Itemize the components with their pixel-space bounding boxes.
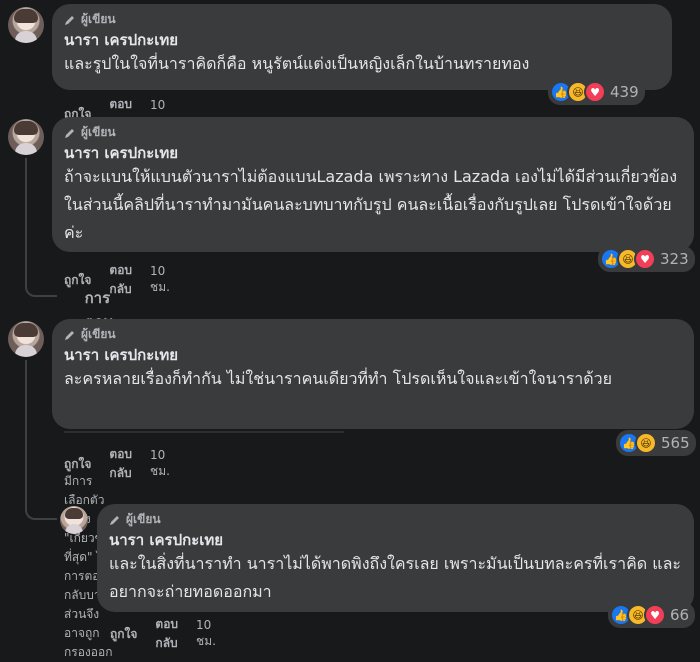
- author-role: ผู้เขียน: [81, 327, 116, 341]
- love-icon: ♥: [584, 81, 606, 103]
- reply-button[interactable]: ตอบกลับ: [155, 615, 178, 653]
- pen-icon: [65, 330, 74, 340]
- author-role: ผู้เขียน: [81, 12, 116, 26]
- reaction-count: 66: [670, 606, 690, 624]
- reaction-count: 565: [661, 434, 690, 452]
- avatar[interactable]: [8, 7, 44, 43]
- haha-icon: 😆: [635, 432, 657, 454]
- love-icon: ♥: [644, 604, 666, 626]
- author-name[interactable]: นารา เครปกะเทย: [109, 530, 682, 550]
- comment-text: และในสิ่งที่นาราทำ นาราไม่ได้พาดพิงถึงใค…: [109, 554, 681, 601]
- avatar[interactable]: [8, 119, 44, 155]
- timestamp[interactable]: 10 ชม.: [196, 618, 216, 651]
- comment-text: และรูปในใจที่นาราคิดก็คือ หนูรัตน์แต่งเป…: [64, 54, 530, 73]
- author-name[interactable]: นารา เครปกะเทย: [64, 345, 682, 365]
- reaction-summary[interactable]: 👍 😆 ♥ 439: [548, 79, 645, 105]
- like-button[interactable]: ถูกใจ: [110, 625, 137, 644]
- author-role: ผู้เขียน: [126, 512, 161, 526]
- pen-icon: [65, 128, 74, 138]
- comment-actions: ถูกใจ ตอบกลับ 10 ชม.: [110, 615, 216, 653]
- author-name[interactable]: นารา เครปกะเทย: [64, 30, 660, 50]
- comment-bubble: ผู้เขียน นารา เครปกะเทย และรูปในใจที่นาร…: [52, 4, 672, 90]
- avatar[interactable]: [8, 321, 44, 357]
- comment-text: ถ้าจะแบนให้แบนตัวนาราไม่ต้องแบนLazada เพ…: [64, 167, 678, 242]
- comment-bubble: ผู้เขียน นารา เครปกะเทย และในสิ่งที่นารา…: [97, 504, 694, 612]
- reaction-summary[interactable]: 👍 😆 ♥ 66: [608, 602, 696, 628]
- love-icon: ♥: [634, 248, 656, 270]
- author-name[interactable]: นารา เครปกะเทย: [64, 143, 682, 163]
- comment-bubble: ผู้เขียน นารา เครปกะเทย ถ้าจะแบนให้แบนตั…: [52, 117, 694, 252]
- avatar[interactable]: [60, 506, 88, 534]
- like-button[interactable]: ถูกใจ: [64, 455, 91, 474]
- timestamp[interactable]: 10 ชม.: [150, 448, 170, 481]
- author-role: ผู้เขียน: [81, 125, 116, 139]
- reaction-summary[interactable]: 👍 😆 565: [616, 430, 696, 456]
- pen-icon: [110, 515, 119, 525]
- reaction-count: 439: [610, 83, 639, 101]
- divider: [64, 431, 344, 433]
- pen-icon: [65, 15, 74, 25]
- comment-bubble: ผู้เขียน นารา เครปกะเทย ละครหลายเรื่องก็…: [52, 319, 694, 429]
- comment-text: ละครหลายเรื่องก็ทำกัน ไม่ใช่นาราคนเดียวท…: [64, 369, 613, 388]
- reaction-count: 323: [660, 250, 689, 268]
- timestamp[interactable]: 10 ชม.: [150, 264, 170, 297]
- reaction-summary[interactable]: 👍 😆 ♥ 323: [598, 246, 695, 272]
